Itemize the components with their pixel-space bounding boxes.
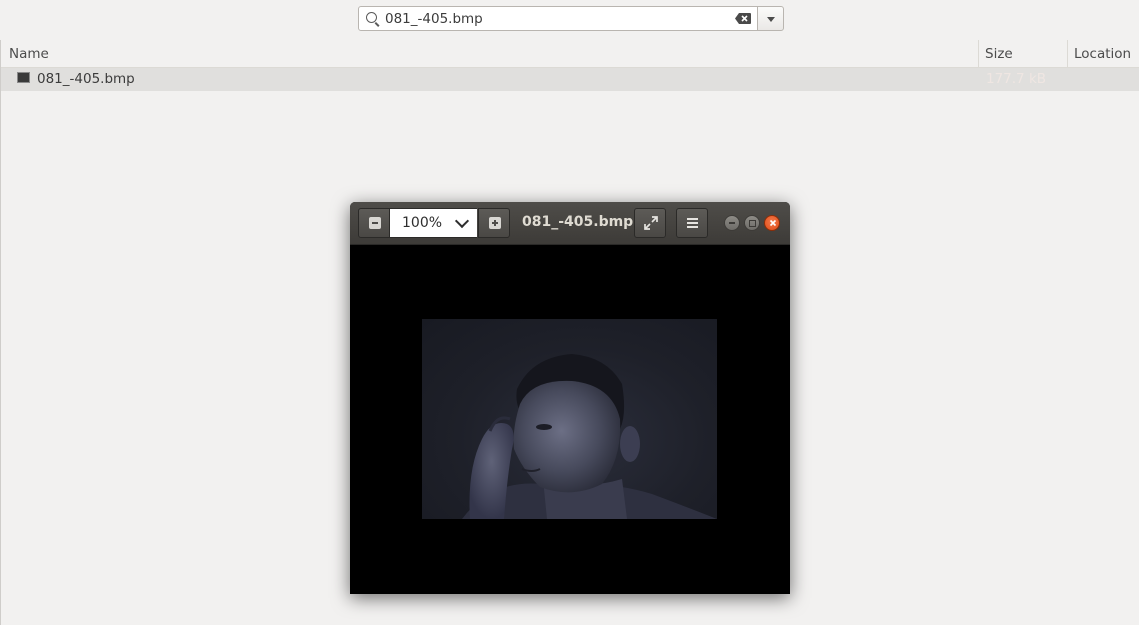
image-file-icon (17, 72, 30, 83)
menu-icon (687, 218, 698, 228)
chevron-down-icon[interactable] (454, 213, 470, 229)
zoom-level: 100% (402, 215, 443, 231)
photo-content (462, 354, 717, 519)
column-divider[interactable] (1067, 40, 1068, 67)
clear-icon[interactable] (735, 13, 751, 24)
close-button[interactable] (764, 215, 780, 231)
zoom-out-button[interactable] (358, 208, 390, 238)
zoom-in-button[interactable] (478, 208, 510, 238)
maximize-button[interactable] (744, 215, 760, 231)
close-icon (769, 219, 777, 227)
displayed-image (422, 319, 717, 519)
fullscreen-icon (644, 216, 658, 230)
toolbar: 081_-405.bmp (0, 0, 1139, 40)
file-row[interactable]: 081_-405.bmp 177.7 kB (1, 68, 1139, 91)
minimize-button[interactable] (724, 215, 740, 231)
zoom-out-icon (369, 217, 381, 229)
column-header-size[interactable]: Size (985, 46, 1013, 62)
fullscreen-button[interactable] (634, 208, 666, 238)
image-viewer-window: 100% 081_-405.bmp (350, 202, 790, 594)
viewer-header-bar: 100% 081_-405.bmp (350, 202, 790, 245)
search-query[interactable]: 081_-405.bmp (385, 11, 483, 27)
zoom-in-icon (489, 217, 501, 229)
file-name: 081_-405.bmp (37, 71, 135, 87)
viewer-title: 081_-405.bmp (522, 214, 634, 230)
search-icon (366, 12, 377, 23)
column-divider[interactable] (978, 40, 979, 67)
column-headers: Name Size Location (0, 40, 1139, 68)
zoom-level-field[interactable]: 100% (390, 208, 477, 238)
dropdown-icon (767, 17, 775, 22)
pane-border (0, 40, 1, 625)
file-size: 177.7 kB (986, 71, 1047, 87)
column-header-name[interactable]: Name (9, 46, 49, 62)
search-input[interactable]: 081_-405.bmp (358, 6, 758, 31)
column-header-location[interactable]: Location (1074, 46, 1131, 62)
menu-button[interactable] (676, 208, 708, 238)
search-options-button[interactable] (757, 6, 784, 31)
